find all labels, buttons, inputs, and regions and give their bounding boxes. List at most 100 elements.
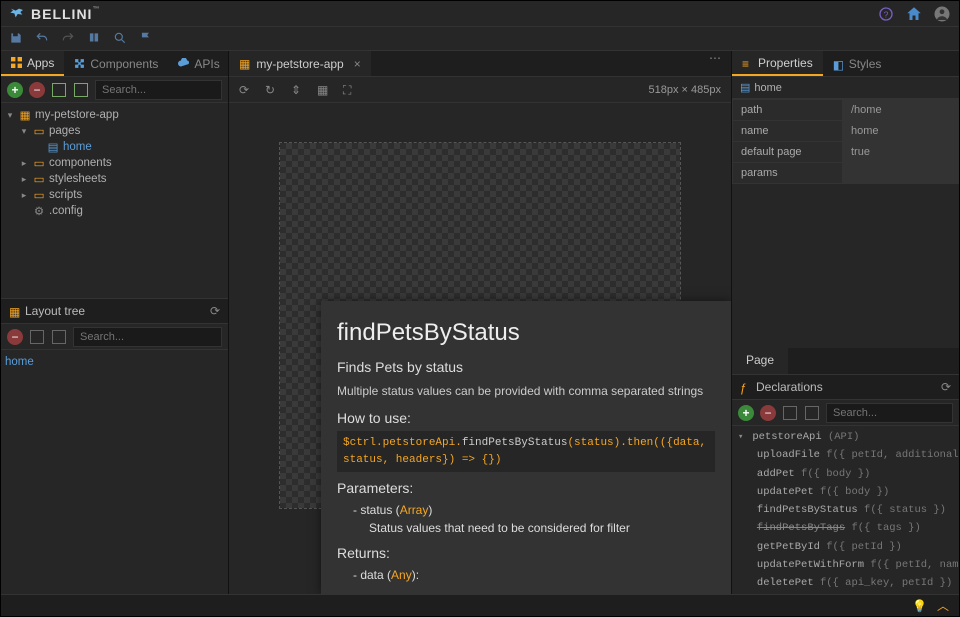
undo-icon[interactable]: [35, 31, 51, 47]
declarations-header: ƒ Declarations ⟳: [732, 374, 959, 400]
folder-icon: ▭: [33, 157, 45, 169]
tooltip-desc: Multiple status values can be provided w…: [337, 382, 715, 400]
add-button[interactable]: +: [738, 405, 754, 421]
style-icon: ◧: [833, 58, 845, 70]
status-bar: 💡 ︿: [1, 594, 959, 616]
user-icon[interactable]: [933, 5, 951, 23]
rotate-icon[interactable]: ↻: [265, 83, 279, 97]
tooltip-code: $ctrl.petstoreApi.findPetsByStatus(statu…: [337, 431, 715, 472]
breadcrumb: ▤ home: [732, 77, 959, 99]
tree-expand-icon[interactable]: [51, 329, 67, 345]
layout-home[interactable]: home: [1, 354, 228, 370]
tab-components[interactable]: Components: [64, 51, 168, 76]
tree-pages[interactable]: ▾▭pages: [1, 123, 228, 139]
list-icon: ≡: [742, 57, 754, 69]
flag-icon[interactable]: [139, 31, 155, 47]
decl-row[interactable]: uploadFile f({ petId, additionalMetadata: [732, 446, 959, 464]
layout-tree-header: ▦ Layout tree ⟳: [1, 298, 228, 324]
tree-expand-icon[interactable]: [804, 405, 820, 421]
remove-button[interactable]: −: [7, 329, 23, 345]
zoom-icon[interactable]: [113, 31, 129, 47]
code-icon: ƒ: [740, 381, 752, 393]
close-icon[interactable]: ×: [354, 57, 361, 71]
grid-icon: ▦: [9, 305, 21, 317]
tree-stylesheets[interactable]: ▸▭stylesheets: [1, 171, 228, 187]
decl-row[interactable]: findPetsByTags f({ tags }): [732, 519, 959, 537]
redo-icon[interactable]: [61, 31, 77, 47]
left-actions: + −: [1, 77, 228, 103]
tab-apps[interactable]: Apps: [1, 51, 64, 76]
layout-actions: −: [1, 324, 228, 350]
remove-button[interactable]: −: [29, 82, 45, 98]
brand: BELLINI™: [9, 6, 100, 22]
save-icon[interactable]: [9, 31, 25, 47]
tooltip-title: findPetsByStatus: [337, 315, 715, 351]
tab-properties[interactable]: ≡ Properties: [732, 51, 823, 76]
canvas-dims: 518px × 485px: [649, 84, 721, 96]
brand-text: BELLINI™: [31, 6, 100, 22]
decl-search-input[interactable]: [826, 403, 953, 423]
tab-page[interactable]: Page: [732, 348, 788, 374]
tooltip-returns-h: Returns:: [337, 543, 715, 564]
gear-icon: ⚙: [33, 205, 45, 217]
tree-home[interactable]: ▤home: [1, 139, 228, 155]
tree-config[interactable]: ⚙.config: [1, 203, 228, 219]
tooltip-howto: How to use:: [337, 408, 715, 429]
lightbulb-icon[interactable]: 💡: [912, 599, 927, 613]
tab-styles[interactable]: ◧ Styles: [823, 51, 892, 76]
tree-expand-icon[interactable]: [73, 82, 89, 98]
add-button[interactable]: +: [7, 82, 23, 98]
pointer-icon[interactable]: ⇕: [291, 83, 305, 97]
decl-row[interactable]: getPetById f({ petId }): [732, 538, 959, 556]
folder-icon: ▭: [33, 173, 45, 185]
tooltip-return: - data (Any):: [337, 566, 715, 584]
decl-actions: + −: [732, 400, 959, 426]
tree-scripts[interactable]: ▸▭scripts: [1, 187, 228, 203]
page-icon: ▤: [47, 141, 59, 153]
tree-app[interactable]: ▾▦my-petstore-app: [1, 107, 228, 123]
decl-row[interactable]: updatePet f({ body }): [732, 483, 959, 501]
app-icon: ▦: [19, 109, 31, 121]
grid-toggle-icon[interactable]: ▦: [317, 83, 331, 97]
layout-search-input[interactable]: [73, 327, 222, 347]
search-input[interactable]: [95, 80, 222, 100]
refresh-icon[interactable]: ⟳: [941, 380, 951, 394]
cloud-icon: [178, 58, 190, 70]
canvas[interactable]: findPetsByStatus Finds Pets by status Mu…: [229, 103, 731, 594]
svg-text:?: ?: [884, 9, 889, 19]
app-icon: ▦: [239, 57, 250, 71]
properties-table: path/home namehome default pagetrue para…: [732, 99, 959, 184]
puzzle-icon: [74, 58, 86, 70]
fullscreen-icon[interactable]: ⛶: [343, 83, 357, 97]
tree-collapse-icon[interactable]: [782, 405, 798, 421]
tree-components[interactable]: ▸▭components: [1, 155, 228, 171]
tooltip-summary: Finds Pets by status: [337, 357, 715, 378]
more-icon[interactable]: ⋯: [699, 51, 731, 76]
decl-row[interactable]: updatePetWithForm f({ petId, name, statu: [732, 556, 959, 574]
refresh-icon[interactable]: ⟳: [210, 304, 220, 318]
decl-row[interactable]: addPet f({ body }): [732, 465, 959, 483]
book-icon[interactable]: [87, 31, 103, 47]
chevron-up-icon[interactable]: ︿: [937, 597, 949, 614]
tooltip-param-desc: Status values that need to be considered…: [337, 519, 715, 537]
folder-icon: ▭: [33, 125, 45, 137]
help-icon[interactable]: ?: [877, 5, 895, 23]
decl-row[interactable]: ▾ petstoreApi (API): [732, 428, 959, 446]
home-icon[interactable]: [905, 5, 923, 23]
page-icon: ▤: [740, 81, 750, 94]
remove-button[interactable]: −: [760, 405, 776, 421]
decl-row[interactable]: findPetsByStatus f({ status }): [732, 501, 959, 519]
refresh-icon[interactable]: ⟳: [239, 83, 253, 97]
editor-tabs: ▦ my-petstore-app × ⋯: [229, 51, 731, 77]
editor-tab[interactable]: ▦ my-petstore-app ×: [229, 51, 371, 76]
api-tooltip: findPetsByStatus Finds Pets by status Mu…: [321, 301, 731, 594]
tree-collapse-icon[interactable]: [51, 82, 67, 98]
prop-row[interactable]: namehome: [733, 121, 959, 142]
decl-row[interactable]: deletePet f({ api_key, petId }): [732, 574, 959, 592]
prop-row[interactable]: params: [733, 163, 959, 184]
prop-row[interactable]: default pagetrue: [733, 142, 959, 163]
tab-apis[interactable]: APIs: [168, 51, 229, 76]
tooltip-params-h: Parameters:: [337, 478, 715, 499]
prop-row[interactable]: path/home: [733, 100, 959, 121]
tree-collapse-icon[interactable]: [29, 329, 45, 345]
